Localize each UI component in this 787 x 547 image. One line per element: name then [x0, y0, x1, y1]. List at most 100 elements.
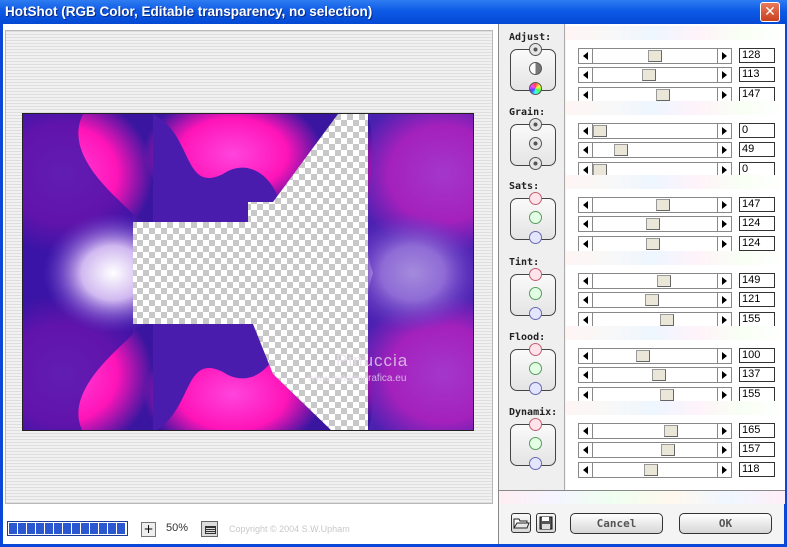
zoom-in-button[interactable]: +: [141, 522, 156, 537]
slider-thumb[interactable]: [646, 218, 661, 230]
arrow-right-icon[interactable]: [717, 217, 731, 231]
blue-knob-icon[interactable]: [529, 457, 542, 470]
preview-panel[interactable]: Pinuccia www.madiregrafica.eu: [5, 30, 493, 504]
arrow-left-icon[interactable]: [579, 424, 593, 438]
arrow-right-icon[interactable]: [717, 349, 731, 363]
ok-button[interactable]: OK: [679, 513, 772, 534]
arrow-left-icon[interactable]: [579, 443, 593, 457]
slider-thumb[interactable]: [643, 464, 658, 476]
arrow-left-icon[interactable]: [579, 124, 593, 138]
arrow-left-icon[interactable]: [579, 198, 593, 212]
slider-track[interactable]: [578, 216, 732, 232]
slider-track[interactable]: [578, 197, 732, 213]
blue-knob-icon[interactable]: [529, 382, 542, 395]
zoom-fit-icon[interactable]: [201, 521, 218, 537]
arrow-left-icon[interactable]: [579, 274, 593, 288]
value-input[interactable]: 157: [739, 442, 775, 457]
arrow-right-icon[interactable]: [717, 124, 731, 138]
grain-icon[interactable]: [529, 118, 542, 131]
grain-icon[interactable]: [529, 137, 542, 150]
red-knob-icon[interactable]: [529, 418, 542, 431]
arrow-right-icon[interactable]: [717, 424, 731, 438]
value-input[interactable]: 49: [739, 142, 775, 157]
arrow-right-icon[interactable]: [717, 237, 731, 251]
slider-track[interactable]: [578, 123, 732, 139]
red-knob-icon[interactable]: [529, 192, 542, 205]
arrow-left-icon[interactable]: [579, 349, 593, 363]
slider-track[interactable]: [578, 423, 732, 439]
arrow-left-icon[interactable]: [579, 368, 593, 382]
arrow-right-icon[interactable]: [717, 463, 731, 477]
arrow-left-icon[interactable]: [579, 88, 593, 102]
slider-track[interactable]: [578, 442, 732, 458]
slider-thumb[interactable]: [657, 275, 672, 287]
slider-thumb[interactable]: [656, 199, 671, 211]
arrow-left-icon[interactable]: [579, 68, 593, 82]
arrow-right-icon[interactable]: [717, 198, 731, 212]
arrow-right-icon[interactable]: [717, 443, 731, 457]
value-input[interactable]: 165: [739, 423, 775, 438]
value-input[interactable]: 147: [739, 197, 775, 212]
slider-thumb[interactable]: [659, 314, 674, 326]
slider-track[interactable]: [578, 142, 732, 158]
slider-thumb[interactable]: [648, 50, 663, 62]
value-input[interactable]: 155: [739, 312, 775, 327]
value-input[interactable]: 0: [739, 123, 775, 138]
arrow-right-icon[interactable]: [717, 274, 731, 288]
arrow-right-icon[interactable]: [717, 68, 731, 82]
green-knob-icon[interactable]: [529, 211, 542, 224]
arrow-right-icon[interactable]: [717, 49, 731, 63]
slider-thumb[interactable]: [614, 144, 629, 156]
arrow-right-icon[interactable]: [717, 88, 731, 102]
slider-track[interactable]: [578, 367, 732, 383]
arrow-right-icon[interactable]: [717, 368, 731, 382]
arrow-left-icon[interactable]: [579, 293, 593, 307]
slider-thumb[interactable]: [664, 425, 679, 437]
slider-thumb[interactable]: [656, 89, 671, 101]
slider-track[interactable]: [578, 67, 732, 83]
arrow-left-icon[interactable]: [579, 217, 593, 231]
arrow-right-icon[interactable]: [717, 143, 731, 157]
green-knob-icon[interactable]: [529, 287, 542, 300]
value-input[interactable]: 128: [739, 48, 775, 63]
slider-thumb[interactable]: [646, 238, 661, 250]
arrow-left-icon[interactable]: [579, 313, 593, 327]
value-input[interactable]: 118: [739, 462, 775, 477]
value-input[interactable]: 137: [739, 367, 775, 382]
slider-thumb[interactable]: [641, 69, 656, 81]
slider-track[interactable]: [578, 273, 732, 289]
color-wheel-icon[interactable]: [529, 82, 542, 95]
arrow-left-icon[interactable]: [579, 237, 593, 251]
value-input[interactable]: 124: [739, 236, 775, 251]
arrow-left-icon[interactable]: [579, 388, 593, 402]
slider-track[interactable]: [578, 348, 732, 364]
slider-track[interactable]: [578, 462, 732, 478]
blue-knob-icon[interactable]: [529, 307, 542, 320]
slider-thumb[interactable]: [659, 389, 674, 401]
slider-thumb[interactable]: [636, 350, 651, 362]
arrow-right-icon[interactable]: [717, 388, 731, 402]
green-knob-icon[interactable]: [529, 437, 542, 450]
value-input[interactable]: 121: [739, 292, 775, 307]
cancel-button[interactable]: Cancel: [570, 513, 663, 534]
arrow-left-icon[interactable]: [579, 49, 593, 63]
folder-open-icon[interactable]: [511, 513, 531, 533]
slider-thumb[interactable]: [652, 369, 667, 381]
value-input[interactable]: 149: [739, 273, 775, 288]
slider-track[interactable]: [578, 48, 732, 64]
floppy-save-icon[interactable]: [536, 513, 556, 533]
close-icon[interactable]: ✕: [760, 2, 780, 22]
value-input[interactable]: 124: [739, 216, 775, 231]
value-input[interactable]: 113: [739, 67, 775, 82]
arrow-right-icon[interactable]: [717, 313, 731, 327]
slider-track[interactable]: [578, 236, 732, 252]
slider-thumb[interactable]: [645, 294, 660, 306]
arrow-left-icon[interactable]: [579, 143, 593, 157]
half-circle-icon[interactable]: [529, 62, 542, 75]
slider-thumb[interactable]: [660, 444, 675, 456]
slider-track[interactable]: [578, 292, 732, 308]
red-knob-icon[interactable]: [529, 343, 542, 356]
arrow-right-icon[interactable]: [717, 293, 731, 307]
red-knob-icon[interactable]: [529, 268, 542, 281]
blue-knob-icon[interactable]: [529, 231, 542, 244]
